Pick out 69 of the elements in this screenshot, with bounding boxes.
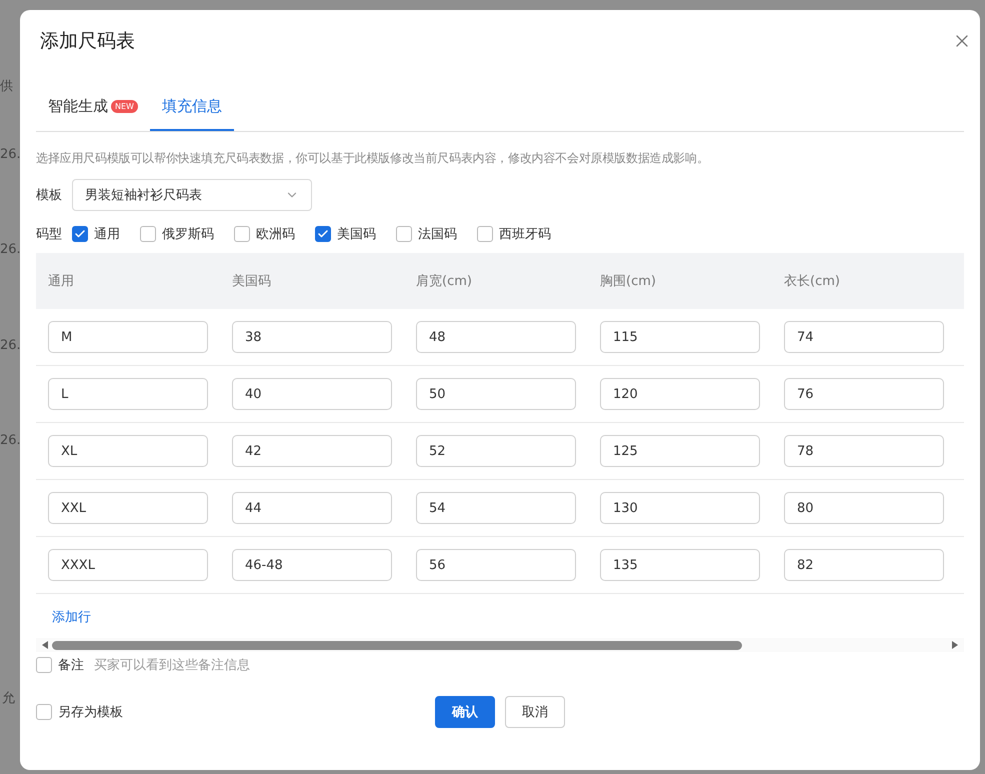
remark-label: 备注 [58, 657, 84, 674]
add-row-link[interactable]: 添加行 [52, 608, 91, 626]
horizontal-scrollbar[interactable] [36, 638, 964, 652]
new-badge: NEW [111, 100, 138, 113]
check-icon [74, 228, 86, 240]
input-field[interactable]: 120 [600, 378, 760, 410]
input-field[interactable]: 44 [232, 492, 392, 524]
background-text: 26. [0, 242, 21, 257]
cancel-button[interactable]: 取消 [505, 696, 565, 728]
template-label: 模板 [36, 187, 62, 204]
input-field[interactable]: XXXL [48, 549, 208, 581]
checkbox[interactable] [36, 657, 52, 673]
checkbox[interactable] [72, 226, 88, 242]
checkbox[interactable] [36, 704, 52, 720]
input-field[interactable]: 38 [232, 321, 392, 353]
column-header: 美国码 [231, 273, 272, 290]
column-header: 肩宽(cm) [415, 273, 473, 290]
checkbox[interactable] [315, 226, 331, 242]
tab[interactable]: 智能生成 NEW [36, 90, 150, 131]
scroll-left-icon[interactable] [42, 641, 48, 649]
input-field[interactable]: 74 [784, 321, 944, 353]
confirm-button[interactable]: 确认 [435, 696, 495, 728]
checkbox[interactable] [396, 226, 412, 242]
input-field[interactable]: 50 [416, 378, 576, 410]
column-header: 胸围(cm) [599, 273, 657, 290]
tab[interactable]: 填充信息 [150, 90, 234, 131]
column-header: 通用 [47, 273, 75, 290]
background-text: 供 [0, 78, 13, 95]
input-field[interactable]: 42 [232, 435, 392, 467]
input-field[interactable]: 56 [416, 549, 576, 581]
checkbox-label: 俄罗斯码 [162, 226, 214, 243]
checkbox[interactable] [477, 226, 493, 242]
dialog-title: 添加尺码表 [40, 29, 135, 54]
remark-hint: 买家可以看到这些备注信息 [94, 657, 250, 674]
input-field[interactable]: 135 [600, 549, 760, 581]
input-field[interactable]: 46-48 [232, 549, 392, 581]
checkbox-label: 法国码 [418, 226, 457, 243]
scroll-right-icon[interactable] [952, 641, 958, 649]
input-field[interactable]: XXL [48, 492, 208, 524]
input-field[interactable]: XL [48, 435, 208, 467]
checkbox-label: 西班牙码 [499, 226, 551, 243]
column-header: 衣长(cm) [783, 273, 841, 290]
description: 选择应用尺码模版可以帮你快速填充尺码表数据，你可以基于此模版修改当前尺码表内容，修改内容不会对原模版数据造成影响。 [36, 150, 710, 167]
background-text: 26. [0, 338, 21, 353]
input-field[interactable]: 82 [784, 549, 944, 581]
input-field[interactable]: 76 [784, 378, 944, 410]
input-field[interactable]: L [48, 378, 208, 410]
template-select[interactable]: 男装短袖衬衫尺码表 [72, 179, 312, 211]
input-field[interactable]: 130 [600, 492, 760, 524]
input-field[interactable]: 52 [416, 435, 576, 467]
background-text: 26. [0, 147, 21, 162]
input-field[interactable]: 115 [600, 321, 760, 353]
input-field[interactable]: 80 [784, 492, 944, 524]
size-type-label: 码型 [36, 226, 62, 243]
input-field[interactable]: 48 [416, 321, 576, 353]
checkbox-label: 欧洲码 [256, 226, 295, 243]
input-field[interactable]: 40 [232, 378, 392, 410]
input-field[interactable]: 125 [600, 435, 760, 467]
checkbox[interactable] [140, 226, 156, 242]
background-text: 26. [0, 433, 21, 448]
save-template-label: 另存为模板 [58, 704, 123, 721]
input-field[interactable]: M [48, 321, 208, 353]
checkbox-label: 美国码 [337, 226, 376, 243]
background-text: 允 [2, 690, 15, 707]
input-field[interactable]: 78 [784, 435, 944, 467]
check-icon [317, 228, 329, 240]
checkbox[interactable] [234, 226, 250, 242]
input-field[interactable]: 54 [416, 492, 576, 524]
checkbox-label: 通用 [94, 226, 120, 243]
